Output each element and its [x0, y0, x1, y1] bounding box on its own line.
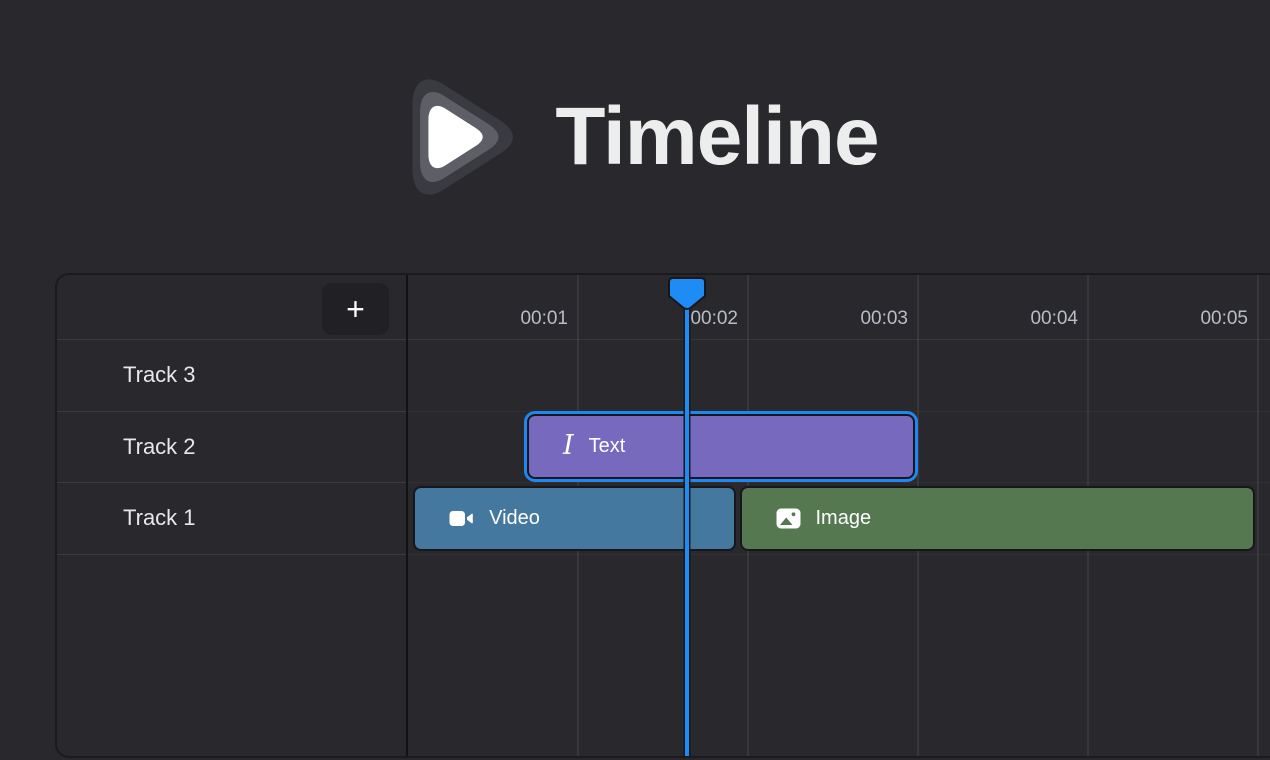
clip-label: Text	[589, 435, 626, 458]
plus-icon: +	[346, 291, 365, 327]
ruler-tick-label: 00:04	[968, 304, 1078, 334]
track-row-track-1: Track 1	[57, 483, 406, 555]
track-list: Track 3 Track 2 Track 1	[57, 340, 406, 555]
track-row-track-3: Track 3	[57, 340, 406, 412]
row-divider-line	[408, 554, 1270, 555]
ruler-tick-label: 00:01	[458, 304, 568, 334]
timeline-area[interactable]: 00:0100:0200:0300:0400:05ITextVideoImage	[408, 275, 1270, 756]
ruler-tick-label: 00:05	[1138, 304, 1248, 334]
play-logo-icon	[391, 70, 525, 204]
text-italic-icon: I	[563, 433, 574, 460]
track-row-track-2: Track 2	[57, 412, 406, 484]
app-header: Timeline	[0, 62, 1270, 212]
video-camera-icon	[449, 509, 474, 528]
ruler-tick-label: 00:03	[798, 304, 908, 334]
track-label: Track 3	[123, 362, 196, 388]
app-title: Timeline	[555, 90, 878, 184]
image-icon	[776, 508, 801, 529]
gridline-00:05	[1257, 275, 1259, 756]
timeline-panel: + Track 3Track 2Track 1 00:0100:0200:030…	[55, 273, 1270, 758]
track-label: Track 2	[123, 434, 196, 460]
row-divider-line	[408, 339, 1270, 340]
playhead-line[interactable]	[685, 303, 689, 756]
clip-label: Image	[816, 507, 872, 530]
playhead-handle[interactable]	[668, 277, 706, 312]
add-track-button[interactable]: +	[322, 283, 389, 335]
clip-label: Video	[489, 507, 540, 530]
sidebar-header: +	[57, 275, 406, 340]
clip-text[interactable]: I Text	[527, 414, 915, 479]
track-label: Track 1	[123, 505, 196, 531]
row-divider-line	[408, 482, 1270, 483]
row-divider-line	[408, 411, 1270, 412]
track-sidebar: + Track 3 Track 2 Track 1	[57, 275, 406, 756]
clip-image[interactable]: Image	[740, 486, 1255, 551]
